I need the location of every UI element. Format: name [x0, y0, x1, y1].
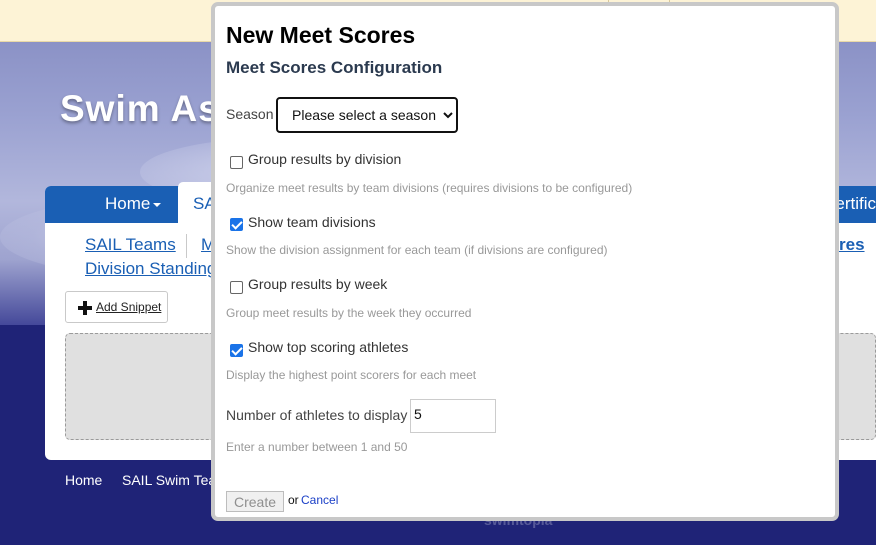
show-team-divisions-checkbox[interactable] — [230, 218, 243, 231]
group-by-division-hint: Organize meet results by team divisions … — [226, 181, 633, 195]
group-by-week-hint: Group meet results by the week they occu… — [226, 306, 472, 320]
dialog-subtitle: Meet Scores Configuration — [226, 58, 443, 77]
plus-icon — [78, 301, 92, 315]
group-by-week-checkbox[interactable] — [230, 281, 243, 294]
show-top-athletes-label: Show top scoring athletes — [248, 339, 409, 355]
show-team-divisions-label: Show team divisions — [248, 214, 376, 230]
sub-nav-division-standings[interactable]: Division Standings — [85, 259, 225, 279]
group-by-division-checkbox[interactable] — [230, 156, 243, 169]
nav-home-label: Home — [105, 194, 151, 213]
nav-tab-right[interactable]: ertific — [835, 194, 876, 214]
or-text: or — [288, 493, 299, 507]
group-by-division-label: Group results by division — [248, 151, 402, 167]
sub-nav-sail-teams[interactable]: SAIL Teams — [85, 235, 176, 255]
show-top-athletes-hint: Display the highest point scorers for ea… — [226, 368, 477, 382]
athletes-count-hint: Enter a number between 1 and 50 — [226, 440, 408, 454]
new-meet-scores-dialog: New Meet Scores Meet Scores Configuratio… — [211, 2, 839, 521]
nav-home[interactable]: Home — [105, 194, 162, 214]
show-top-athletes-checkbox[interactable] — [230, 344, 243, 357]
dialog-title: New Meet Scores — [226, 22, 416, 48]
season-select[interactable]: Please select a season — [276, 97, 458, 133]
athletes-count-label: Number of athletes to display — [226, 407, 408, 423]
cancel-link[interactable]: Cancel — [301, 493, 338, 507]
site-title: Swim As — [60, 88, 220, 129]
sub-nav-item[interactable]: res — [839, 235, 865, 255]
show-team-divisions-hint: Show the division assignment for each te… — [226, 243, 608, 257]
chevron-down-icon — [153, 202, 162, 207]
group-by-week-label: Group results by week — [248, 276, 388, 292]
add-snippet-label: Add Snippet — [96, 300, 162, 314]
add-snippet-button[interactable]: Add Snippet — [65, 291, 168, 323]
footer-link-home[interactable]: Home — [65, 472, 102, 488]
create-button[interactable]: Create — [226, 491, 284, 512]
footer-link-sail[interactable]: SAIL Swim Tea — [122, 472, 216, 488]
sub-nav-divider — [186, 234, 187, 258]
season-label: Season — [226, 106, 274, 122]
athletes-count-input[interactable]: 5 — [410, 399, 496, 433]
